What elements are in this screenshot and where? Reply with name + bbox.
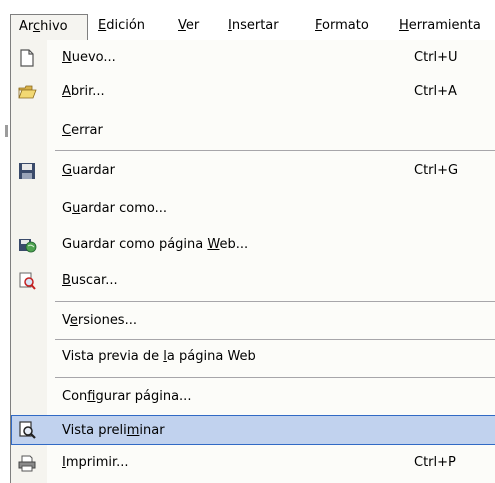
menu-item-label: Buscar... (62, 266, 118, 296)
menu-item-abrir[interactable]: Abrir... Ctrl+A (11, 77, 495, 107)
menu-item-label: Versiones... (62, 306, 137, 336)
label-text: eb... (219, 237, 249, 252)
label-text: Con (62, 389, 88, 404)
menu-item-vista-previa-web[interactable]: Vista previa de la página Web (11, 342, 495, 372)
access-key-letter: N (62, 50, 72, 65)
new-document-icon (20, 49, 34, 67)
access-key-letter: m (126, 423, 140, 438)
menu-item-label: Vista previa de la página Web (62, 342, 256, 372)
access-key-letter: H (399, 18, 409, 33)
menu-separator (55, 339, 495, 340)
label-text: dición (106, 18, 146, 33)
label-text: uardar (72, 163, 115, 178)
label-text: G (62, 201, 73, 216)
label-text: V (62, 313, 70, 328)
open-folder-icon (18, 85, 37, 99)
access-key-letter: C (62, 123, 72, 138)
save-as-web-icon (19, 239, 37, 253)
menu-item-label: Configurar página... (62, 382, 191, 412)
search-file-icon (19, 272, 36, 290)
menu-item-label: Vista preliminar (62, 416, 165, 446)
label-text: mprimir... (65, 455, 129, 470)
access-key-letter: e (69, 313, 78, 328)
menu-item-guardar-como-pagina-web[interactable]: Guardar como página Web... (11, 230, 495, 260)
menu-separator (55, 150, 495, 151)
access-key-letter: V (178, 18, 186, 33)
label-text: inar (139, 423, 165, 438)
background-tick (5, 125, 8, 137)
menu-edicion[interactable]: Edición (98, 14, 145, 38)
menu-item-nuevo[interactable]: Nuevo... Ctrl+U (11, 43, 495, 73)
label-text: igurar página... (95, 389, 192, 404)
label-text: erramienta (408, 18, 481, 33)
label-text: uscar... (70, 273, 118, 288)
label-text: uevo... (71, 50, 116, 65)
label-text: a página Web (166, 349, 256, 364)
menu-item-label: Cerrar (62, 116, 103, 146)
access-key-letter: A (62, 84, 71, 99)
menu-separator (55, 301, 495, 302)
label-text: Vista previa de (62, 349, 164, 364)
printer-icon (18, 455, 36, 472)
label-text: ormato (322, 18, 369, 33)
menu-insertar[interactable]: Insertar (228, 14, 279, 38)
access-key-letter: B (62, 273, 71, 288)
save-disk-icon (19, 163, 35, 179)
menu-herramientas[interactable]: Herramienta (399, 14, 481, 38)
menu-item-cerrar[interactable]: Cerrar (11, 116, 495, 146)
access-key-letter: G (62, 163, 73, 178)
label-text: hivo (40, 19, 68, 34)
label-text: errar (71, 123, 103, 138)
menu-bar: Archivo Edición Ver Insertar Formato Her… (10, 0, 495, 41)
label-text: ardar como... (80, 201, 167, 216)
menu-item-guardar-como[interactable]: Guardar como... (11, 194, 495, 224)
menu-formato[interactable]: Formato (315, 14, 369, 38)
menu-item-buscar[interactable]: Buscar... (11, 266, 495, 296)
archivo-dropdown-menu: Nuevo... Ctrl+U Abrir... Ctrl+A Cerrar G… (10, 40, 495, 483)
menu-item-guardar[interactable]: Guardar Ctrl+G (11, 156, 495, 186)
shortcut-text: Ctrl+U (414, 50, 458, 65)
shortcut-text: Ctrl+A (414, 84, 457, 99)
access-key-letter: F (315, 18, 323, 33)
menu-item-label: Nuevo... (62, 43, 116, 73)
label-text: Vista preli (62, 423, 127, 438)
print-preview-icon (19, 421, 36, 439)
menu-item-label: Guardar como página Web... (62, 230, 248, 260)
shortcut-text: Ctrl+G (414, 163, 459, 178)
menu-item-vista-preliminar[interactable]: Vista preliminar (11, 415, 495, 445)
menu-item-configurar-pagina[interactable]: Configurar página... (11, 382, 495, 412)
menu-item-label: Imprimir... (62, 448, 129, 478)
label-text: er (185, 18, 200, 33)
menu-item-label: Guardar (62, 156, 115, 186)
menu-archivo[interactable]: Archivo (10, 14, 88, 40)
access-key-letter: W (207, 237, 220, 252)
menu-item-versiones[interactable]: Versiones... (11, 306, 495, 336)
menu-item-label: Guardar como... (62, 194, 167, 224)
label-text: Ar (19, 19, 33, 34)
label-text: nsertar (231, 18, 279, 33)
access-key-letter: E (98, 18, 107, 33)
label-text: rsiones... (77, 313, 137, 328)
shortcut-text: Ctrl+P (414, 455, 456, 470)
label-text: Guardar como página (62, 237, 208, 252)
menu-item-label: Abrir... (62, 77, 105, 107)
menu-separator (55, 377, 495, 378)
background-window-edge (0, 0, 10, 483)
menu-ver[interactable]: Ver (178, 14, 199, 38)
menu-item-imprimir[interactable]: Imprimir... Ctrl+P (11, 448, 495, 478)
label-text: brir... (70, 84, 105, 99)
